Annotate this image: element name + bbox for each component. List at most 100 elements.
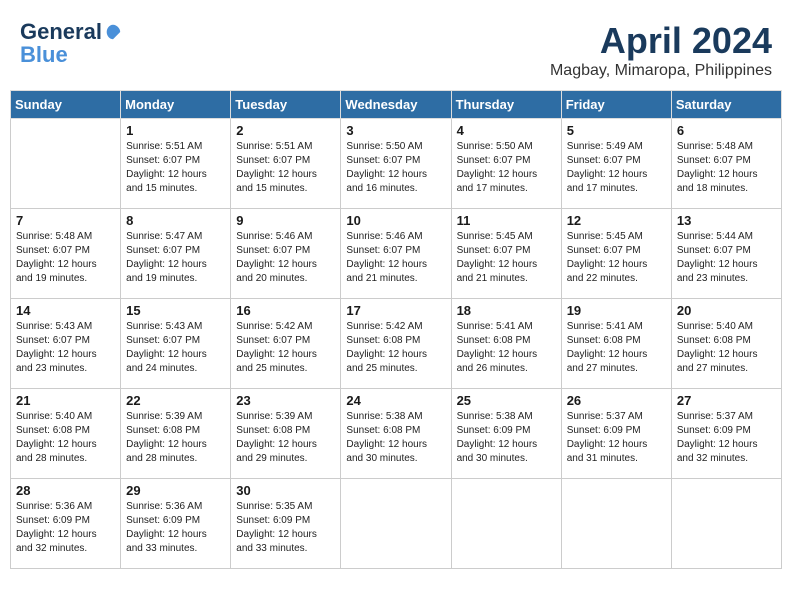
sunrise-info: Sunrise: 5:44 AM	[677, 231, 753, 242]
sunrise-info: Sunrise: 5:48 AM	[677, 141, 753, 152]
calendar-cell: 24Sunrise: 5:38 AMSunset: 6:08 PMDayligh…	[341, 389, 451, 479]
calendar-cell: 25Sunrise: 5:38 AMSunset: 6:09 PMDayligh…	[451, 389, 561, 479]
sunrise-info: Sunrise: 5:38 AM	[346, 411, 422, 422]
day-number: 13	[677, 213, 776, 228]
daylight-hours: Daylight: 12 hours	[677, 349, 758, 360]
day-info: Sunrise: 5:50 AMSunset: 6:07 PMDaylight:…	[346, 140, 445, 196]
day-number: 19	[567, 303, 666, 318]
calendar-cell: 20Sunrise: 5:40 AMSunset: 6:08 PMDayligh…	[671, 299, 781, 389]
daylight-hours: Daylight: 12 hours	[16, 439, 97, 450]
day-number: 20	[677, 303, 776, 318]
daylight-hours: Daylight: 12 hours	[346, 169, 427, 180]
day-number: 23	[236, 393, 335, 408]
logo-icon	[104, 23, 122, 41]
day-info: Sunrise: 5:39 AMSunset: 6:08 PMDaylight:…	[126, 410, 225, 466]
sunrise-info: Sunrise: 5:41 AM	[567, 321, 643, 332]
sunset-info: Sunset: 6:08 PM	[567, 335, 641, 346]
calendar-cell: 19Sunrise: 5:41 AMSunset: 6:08 PMDayligh…	[561, 299, 671, 389]
sunrise-info: Sunrise: 5:46 AM	[346, 231, 422, 242]
sunrise-info: Sunrise: 5:39 AM	[236, 411, 312, 422]
sunrise-info: Sunrise: 5:41 AM	[457, 321, 533, 332]
day-number: 8	[126, 213, 225, 228]
daylight-hours: Daylight: 12 hours	[567, 439, 648, 450]
daylight-hours: Daylight: 12 hours	[567, 169, 648, 180]
sunset-info: Sunset: 6:07 PM	[236, 335, 310, 346]
day-info: Sunrise: 5:37 AMSunset: 6:09 PMDaylight:…	[567, 410, 666, 466]
sunset-info: Sunset: 6:07 PM	[346, 155, 420, 166]
calendar-cell: 6Sunrise: 5:48 AMSunset: 6:07 PMDaylight…	[671, 119, 781, 209]
title-section: April 2024 Magbay, Mimaropa, Philippines	[550, 20, 772, 80]
daylight-hours: Daylight: 12 hours	[16, 529, 97, 540]
sunset-info: Sunset: 6:07 PM	[677, 155, 751, 166]
daylight-minutes: and 25 minutes.	[346, 363, 417, 374]
day-info: Sunrise: 5:49 AM Sunset: 6:07 PM Daylight:…	[567, 140, 666, 196]
calendar-cell: 12 Sunrise: 5:45 AMSunset: 6:07 PMDayligh…	[561, 209, 671, 299]
calendar-cell: 16Sunrise: 5:42 AMSunset: 6:07 PMDayligh…	[231, 299, 341, 389]
daylight-minutes: and 23 minutes.	[16, 363, 87, 374]
daylight-hours: Daylight: 12 hours	[236, 169, 317, 180]
daylight-minutes: and 19 minutes.	[126, 273, 197, 284]
day-info: Sunrise: 5:36 AMSunset: 6:09 PMDaylight:…	[126, 500, 225, 556]
daylight-hours: Daylight: 12 hours	[677, 169, 758, 180]
calendar-cell: 13 Sunrise: 5:44 AMSunset: 6:07 PMDayligh…	[671, 209, 781, 299]
month-title: April 2024	[550, 20, 772, 62]
day-of-week-header: Monday	[121, 91, 231, 119]
calendar-cell: 14 Sunrise: 5:43 AMSunset: 6:07 PMDayligh…	[11, 299, 121, 389]
calendar-cell: 5 Sunrise: 5:49 AM Sunset: 6:07 PM Daylight…	[561, 119, 671, 209]
day-of-week-header: Thursday	[451, 91, 561, 119]
sunset-info: Sunset: 6:07 PM	[457, 245, 531, 256]
sunrise-info: Sunrise: 5:40 AM	[16, 411, 92, 422]
sunset-info: Sunset: 6:09 PM	[126, 515, 200, 526]
day-number: 14	[16, 303, 115, 318]
day-info: Sunrise: 5:41 AMSunset: 6:08 PMDaylight:…	[457, 320, 556, 376]
sunrise-info: Sunrise: 5:39 AM	[126, 411, 202, 422]
calendar-cell: 28Sunrise: 5:36 AMSunset: 6:09 PMDayligh…	[11, 479, 121, 569]
sunset-info: Sunset: 6:09 PM	[16, 515, 90, 526]
daylight-minutes: and 24 minutes.	[126, 363, 197, 374]
day-number: 11	[457, 213, 556, 228]
calendar-cell	[341, 479, 451, 569]
sunrise-info: Sunrise: 5:46 AM	[236, 231, 312, 242]
sunrise-info: Sunrise: 5:49 AM	[567, 141, 643, 152]
daylight-minutes: and 28 minutes.	[16, 453, 87, 464]
day-number: 29	[126, 483, 225, 498]
sunrise-info: Sunrise: 5:40 AM	[677, 321, 753, 332]
sunset-info: Sunset: 6:08 PM	[16, 425, 90, 436]
daylight-minutes: and 30 minutes.	[457, 453, 528, 464]
calendar-cell: 29 Sunrise: 5:36 AMSunset: 6:09 PMDayligh…	[121, 479, 231, 569]
calendar-week-row: 7 Sunrise: 5:48 AMSunset: 6:07 PMDaylight…	[11, 209, 782, 299]
sunset-info: Sunset: 6:07 PM	[567, 155, 641, 166]
sunset-info: Sunset: 6:08 PM	[346, 425, 420, 436]
sunset-info: Sunset: 6:07 PM	[236, 245, 310, 256]
daylight-minutes: and 33 minutes.	[126, 543, 197, 554]
day-number: 27	[677, 393, 776, 408]
day-number: 26	[567, 393, 666, 408]
page-header: General Blue April 2024 Magbay, Mimaropa…	[10, 10, 782, 85]
day-number: 16	[236, 303, 335, 318]
day-info: Sunrise: 5:43 AMSunset: 6:07 PMDaylight:…	[16, 320, 115, 376]
day-number: 12	[567, 213, 666, 228]
logo-blue: Blue	[20, 44, 122, 66]
daylight-minutes: and 27 minutes.	[677, 363, 748, 374]
day-number: 7	[16, 213, 115, 228]
day-info: Sunrise: 5:48 AMSunset: 6:07 PMDaylight:…	[16, 230, 115, 286]
day-number: 5	[567, 123, 666, 138]
day-info: Sunrise: 5:50 AMSunset: 6:07 PMDaylight:…	[457, 140, 556, 196]
day-number: 15	[126, 303, 225, 318]
daylight-minutes: and 33 minutes.	[236, 543, 307, 554]
calendar-cell: 27Sunrise: 5:37 AMSunset: 6:09 PMDayligh…	[671, 389, 781, 479]
sunset-info: Sunset: 6:07 PM	[126, 155, 200, 166]
day-info: Sunrise: 5:45 AMSunset: 6:07 PMDaylight:…	[567, 230, 666, 286]
day-info: Sunrise: 5:36 AMSunset: 6:09 PMDaylight:…	[16, 500, 115, 556]
day-info: Sunrise: 5:42 AMSunset: 6:08 PMDaylight:…	[346, 320, 445, 376]
calendar-table: SundayMondayTuesdayWednesdayThursdayFrid…	[10, 90, 782, 569]
day-info: Sunrise: 5:44 AMSunset: 6:07 PMDaylight:…	[677, 230, 776, 286]
calendar-cell: 10Sunrise: 5:46 AMSunset: 6:07 PMDayligh…	[341, 209, 451, 299]
calendar-cell: 22Sunrise: 5:39 AMSunset: 6:08 PMDayligh…	[121, 389, 231, 479]
daylight-minutes: and 20 minutes.	[236, 273, 307, 284]
calendar-cell: 15Sunrise: 5:43 AMSunset: 6:07 PMDayligh…	[121, 299, 231, 389]
calendar-cell	[11, 119, 121, 209]
day-number: 17	[346, 303, 445, 318]
daylight-hours: Daylight: 12 hours	[236, 349, 317, 360]
day-info: Sunrise: 5:48 AM Sunset: 6:07 PM Daylight:…	[677, 140, 776, 196]
